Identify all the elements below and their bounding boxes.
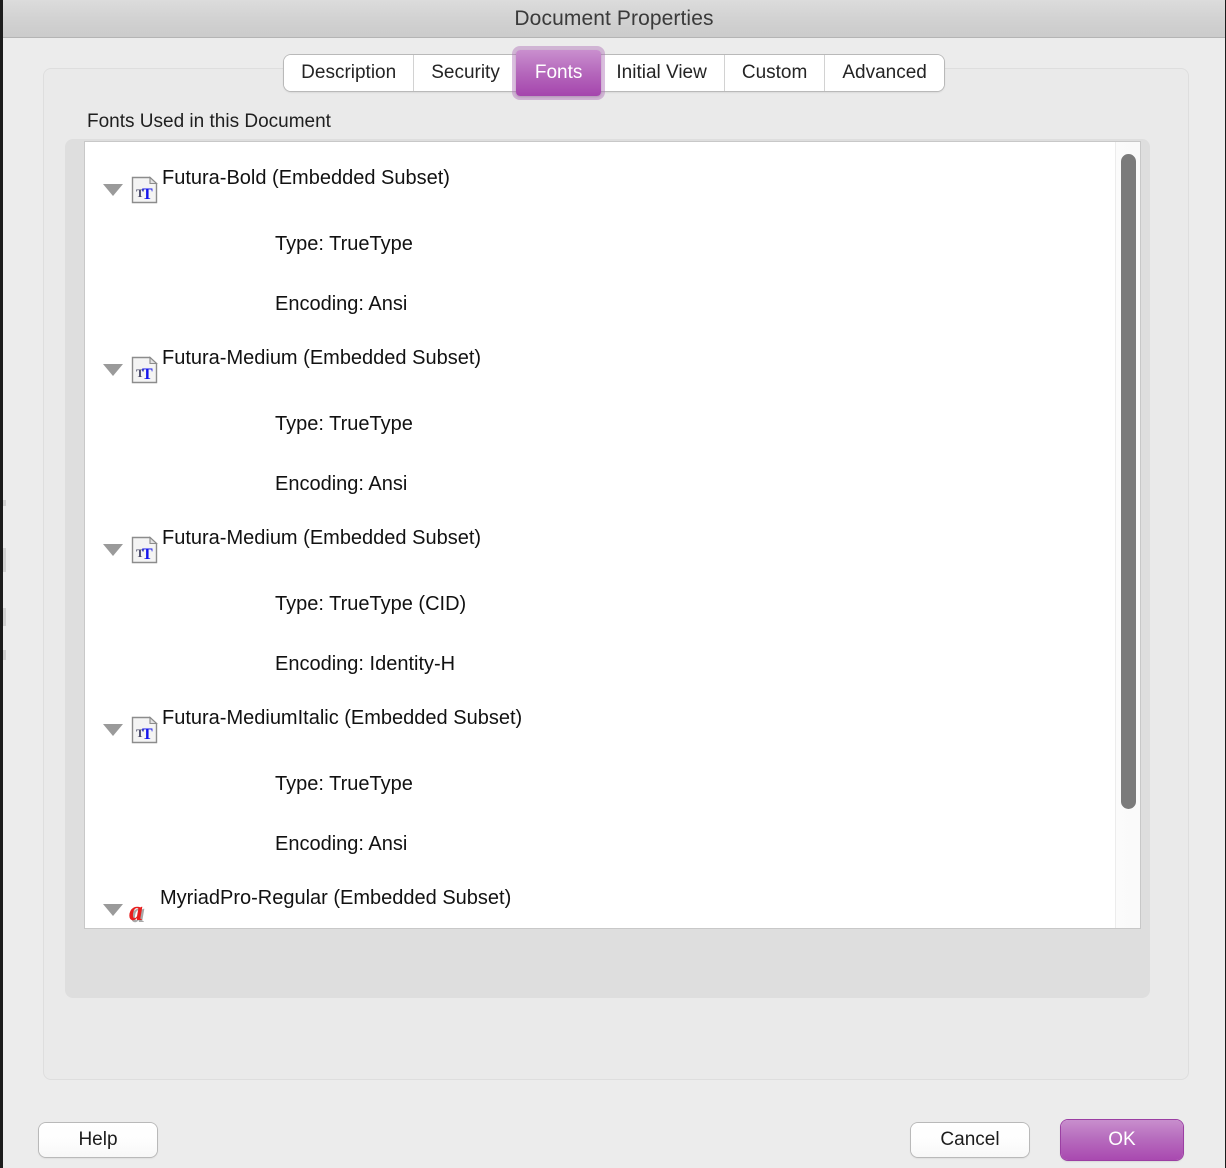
tab-fonts[interactable]: Fonts: [515, 50, 602, 96]
document-properties-window: Document Properties Description Security F…: [0, 0, 1226, 1168]
cancel-button[interactable]: Cancel: [911, 1123, 1029, 1157]
fonts-list-content: T T Futura-Bold (Embedded Subset) Type: Tru…: [85, 142, 1140, 928]
truetype-icon: TT: [130, 714, 160, 746]
font-entry-row[interactable]: T T Futura-Medium (Embedded Subset): [85, 514, 1140, 574]
ok-button[interactable]: OK: [1061, 1120, 1183, 1160]
window-title: Document Properties: [514, 6, 714, 30]
font-type-detail: Type: TrueType: [275, 772, 413, 795]
opentype-icon-svg: aa: [129, 896, 145, 928]
opentype-icon: aa: [128, 895, 158, 928]
truetype-icon-svg: TT: [131, 536, 158, 564]
background-artifact: [3, 608, 6, 626]
font-entry-name: Futura-Bold (Embedded Subset): [162, 166, 450, 189]
font-type-detail: Type: TrueType (CID): [275, 592, 467, 615]
font-encoding-detail: Encoding: Ansi: [275, 292, 408, 315]
fonts-list-box[interactable]: T T Futura-Bold (Embedded Subset) Type: Tru…: [84, 141, 1141, 929]
font-encoding-detail: Encoding: Ansi: [275, 472, 408, 495]
svg-text:T: T: [142, 726, 153, 743]
truetype-icon: TT: [130, 354, 160, 386]
fonts-group-label: Fonts Used in this Document: [87, 111, 331, 132]
font-entry-name: Futura-Medium (Embedded Subset): [162, 526, 482, 549]
background-artifact: [3, 548, 6, 572]
tab-initial-view[interactable]: Initial View: [599, 55, 725, 91]
disclosure-triangle-icon[interactable]: [103, 904, 123, 916]
tab-group: Description Security Fonts Initial View Cust…: [284, 50, 944, 96]
disclosure-triangle-icon[interactable]: [103, 184, 123, 196]
font-encoding-detail: Encoding: Identity-H: [275, 652, 456, 675]
font-encoding-detail: Encoding: Ansi: [275, 832, 408, 855]
truetype-icon-svg: TT: [131, 176, 158, 204]
truetype-icon: TT: [130, 534, 160, 566]
truetype-icon-svg: TT: [131, 356, 158, 384]
disclosure-triangle-icon[interactable]: [103, 544, 123, 556]
svg-text:T: T: [142, 186, 153, 203]
font-type-detail: Type: TrueType: [275, 412, 413, 435]
help-button[interactable]: Help: [39, 1123, 157, 1157]
font-entry-row[interactable]: T T Futura-MediumItalic (Embedded Subset): [85, 694, 1140, 754]
tab-advanced[interactable]: Advanced: [825, 55, 944, 91]
tab-security[interactable]: Security: [414, 55, 518, 91]
tab-bar: Description Security Fonts Initial View Cust…: [3, 50, 1225, 96]
font-type-detail: Type: TrueType: [275, 232, 413, 255]
background-artifact: [3, 500, 6, 506]
svg-text:a: a: [129, 896, 143, 927]
truetype-icon: TT: [130, 174, 160, 206]
disclosure-triangle-icon[interactable]: [103, 724, 123, 736]
background-artifact: [3, 650, 6, 660]
tab-custom[interactable]: Custom: [724, 55, 826, 91]
font-entry-row[interactable]: T T Futura-Medium (Embedded Subset): [85, 334, 1140, 394]
vertical-scrollbar-thumb[interactable]: [1121, 154, 1136, 809]
window-titlebar: Document Properties: [3, 0, 1225, 38]
font-entry-name: Futura-Medium (Embedded Subset): [162, 346, 482, 369]
svg-text:T: T: [142, 366, 153, 383]
font-entry-row[interactable]: a a MyriadPro-Regular (Embedded Subset): [85, 874, 1140, 928]
svg-text:T: T: [142, 546, 153, 563]
font-entry-name: MyriadPro-Regular (Embedded Subset): [160, 886, 512, 909]
truetype-icon-svg: TT: [131, 716, 158, 744]
vertical-scrollbar-track[interactable]: [1115, 142, 1140, 928]
disclosure-triangle-icon[interactable]: [103, 364, 123, 376]
font-entry-row[interactable]: T T Futura-Bold (Embedded Subset): [85, 154, 1140, 214]
tab-description[interactable]: Description: [284, 55, 415, 91]
font-entry-name: Futura-MediumItalic (Embedded Subset): [162, 706, 523, 729]
